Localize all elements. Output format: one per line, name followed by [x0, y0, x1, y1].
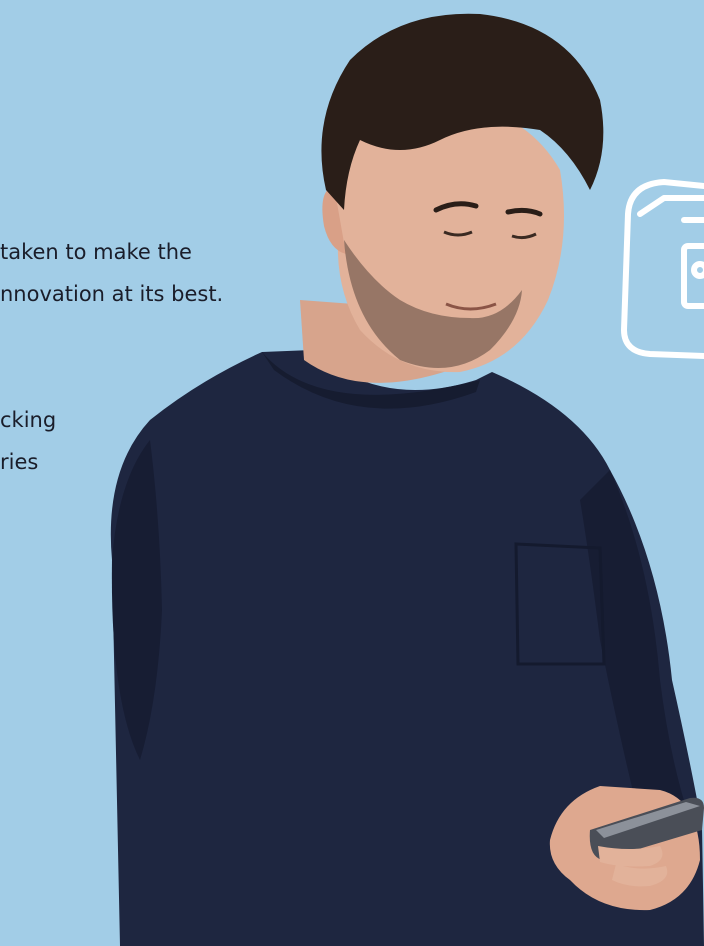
camera-icon [621, 179, 704, 359]
person-illustration [110, 13, 704, 946]
caption-line-3: cking [0, 408, 57, 432]
caption-line-1: taken to make the [0, 240, 192, 264]
photo-scene: taken to make the nnovation at its best.… [0, 0, 704, 946]
caption-line-4: ries [0, 450, 39, 474]
caption-line-2: nnovation at its best. [0, 282, 224, 306]
